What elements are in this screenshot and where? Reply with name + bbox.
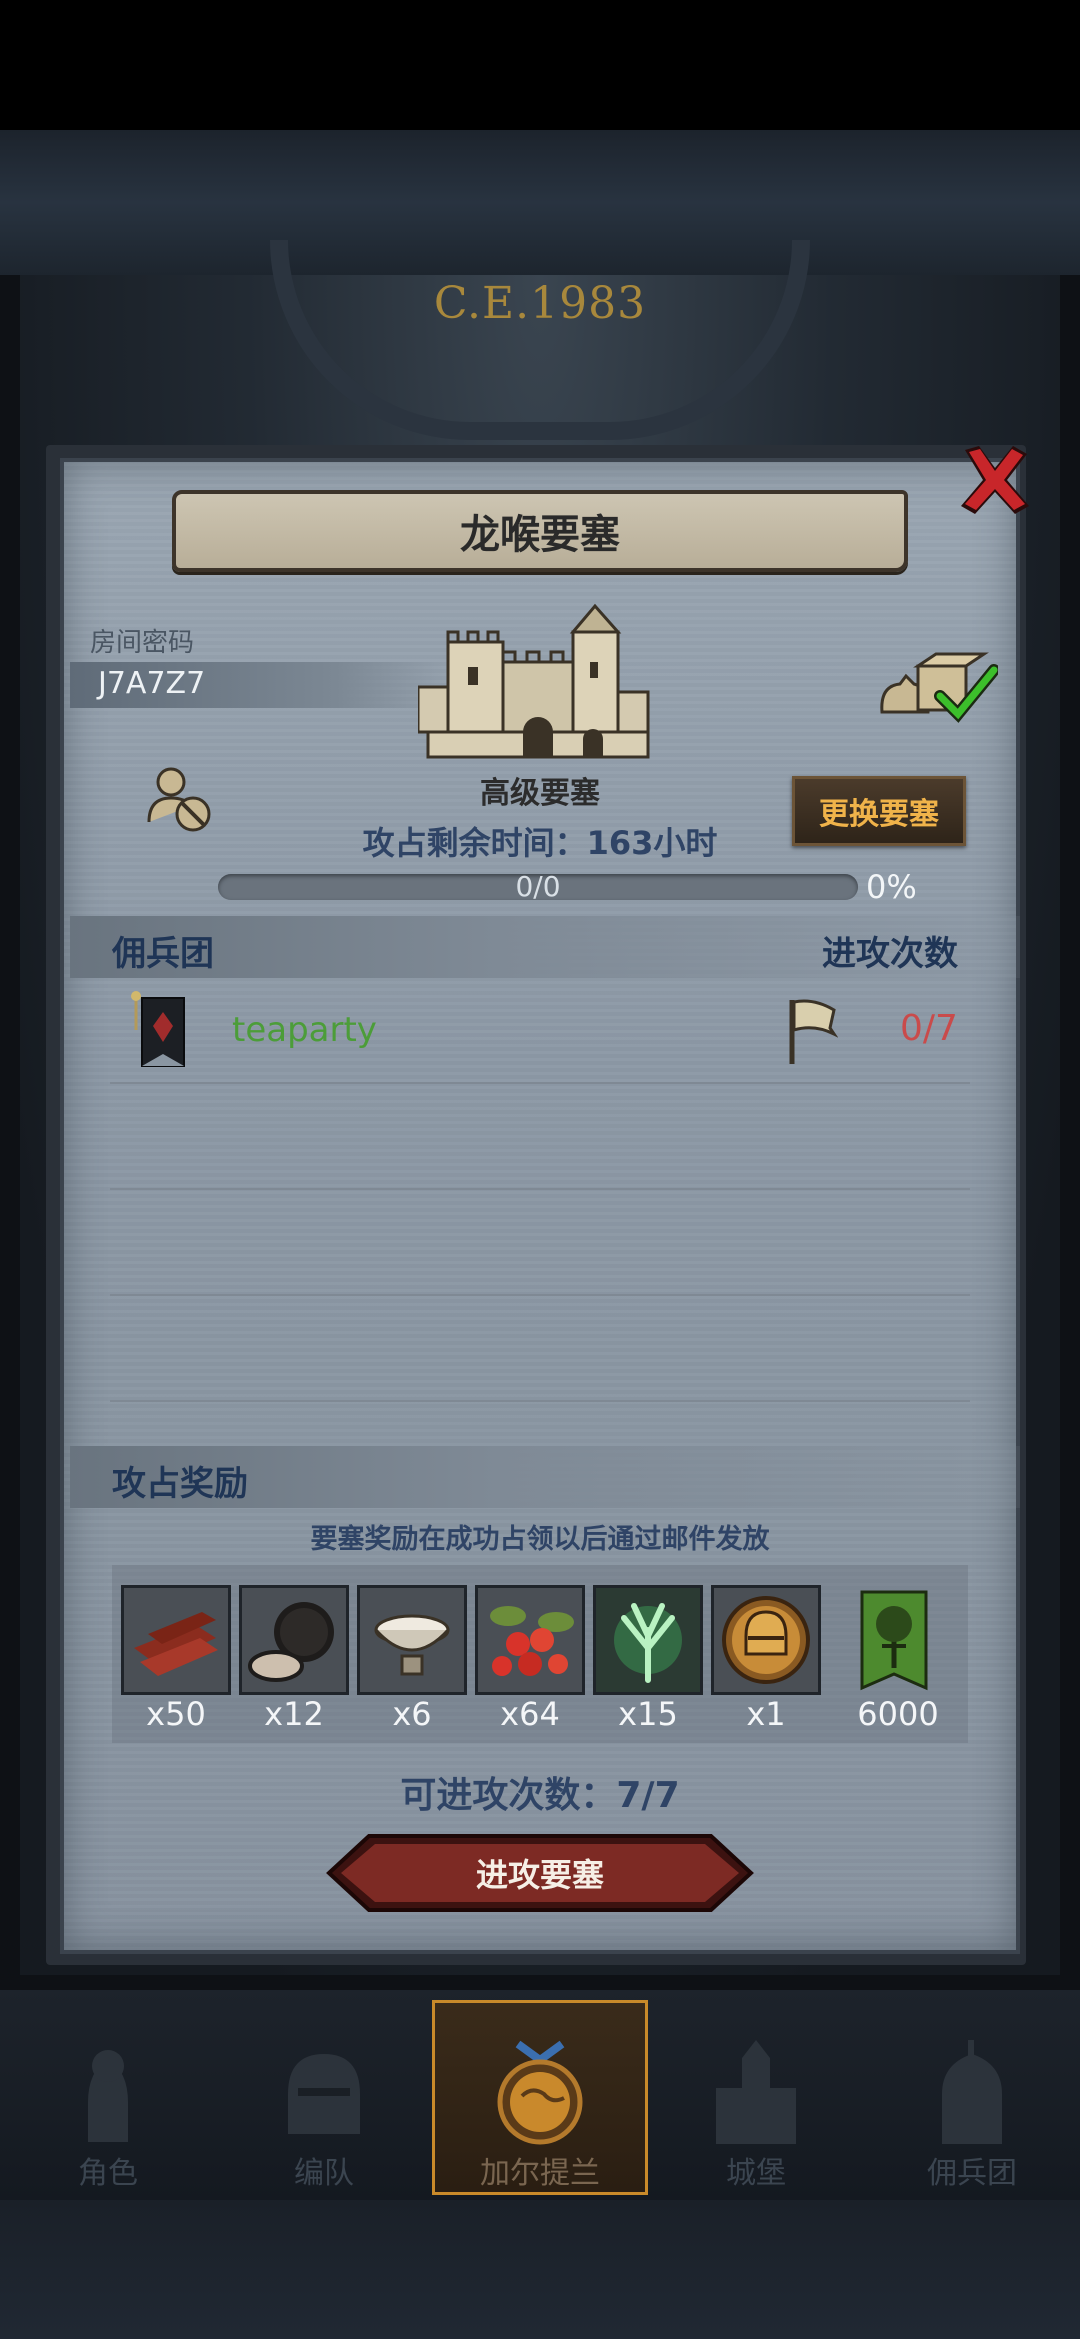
row-divider — [110, 1082, 970, 1084]
attack-fortress-button[interactable]: 进攻要塞 — [325, 1834, 755, 1912]
status-bar-area — [0, 0, 1080, 130]
helmet-icon — [288, 2054, 360, 2134]
reward-item[interactable] — [357, 1585, 467, 1695]
reward-item[interactable] — [593, 1585, 703, 1695]
row-divider — [110, 1400, 970, 1402]
progress-percent: 0% — [866, 868, 917, 906]
banner-knight-icon — [942, 2040, 1002, 2144]
team-name[interactable]: teaparty — [232, 1010, 377, 1050]
nav-label: 编队 — [294, 2156, 354, 2191]
reward-header: 攻占奖励 — [112, 1464, 248, 1504]
green-tree-banner-icon[interactable] — [858, 1588, 930, 1692]
map-globe-icon — [497, 2040, 583, 2145]
reward-item[interactable] — [239, 1585, 349, 1695]
truffle-icon — [242, 1588, 346, 1692]
available-attacks: 可进攻次数：7/7 — [400, 1775, 680, 1816]
loot-claimed-icon[interactable] — [876, 652, 998, 726]
reward-qty: x1 — [746, 1695, 786, 1733]
reward-item[interactable] — [711, 1585, 821, 1695]
nav-label: 城堡 — [726, 2156, 786, 2191]
reward-qty: x12 — [264, 1695, 324, 1733]
switch-fortress-button[interactable]: 更换要塞 — [792, 776, 966, 846]
knight-helmet-coin-icon — [714, 1588, 818, 1692]
nav-item-character[interactable]: 角色 — [0, 2020, 216, 2200]
nav-item-mercenary[interactable]: 佣兵团 — [864, 2020, 1080, 2200]
room-code-label: 房间密码 — [90, 628, 195, 658]
dialog-title: 龙喉要塞 — [460, 512, 620, 558]
nav-item-formation[interactable]: 编队 — [216, 2020, 432, 2200]
close-icon[interactable] — [955, 440, 1035, 520]
reward-note: 要塞奖励在成功占领以后通过邮件发放 — [310, 1524, 770, 1555]
bottom-nav-footer — [0, 2200, 1080, 2339]
castle-icon — [716, 2040, 796, 2144]
attacks-header: 进攻次数 — [822, 934, 958, 974]
team-banner-icon — [131, 991, 185, 1067]
green-herb-icon — [596, 1588, 700, 1692]
row-divider — [110, 1294, 970, 1296]
reward-item[interactable] — [475, 1585, 585, 1695]
era-label: C.E.1983 — [433, 278, 647, 329]
fortress-icon — [418, 603, 650, 759]
team-attack-count: 0/7 — [900, 1008, 958, 1049]
flag-icon — [789, 999, 838, 1064]
reward-qty: x50 — [146, 1695, 206, 1733]
title-banner: 龙喉要塞 — [172, 490, 908, 572]
knight-icon — [88, 2050, 128, 2142]
mercenary-header: 佣兵团 — [112, 934, 214, 974]
nav-label: 加尔提兰 — [480, 2156, 600, 2191]
room-code-value[interactable]: J7A7Z7 — [98, 666, 205, 701]
row-divider — [110, 1188, 970, 1190]
reward-qty: 6000 — [857, 1695, 939, 1733]
nav-label: 角色 — [78, 2156, 138, 2191]
nav-item-galtiran[interactable]: 加尔提兰 — [432, 2020, 648, 2200]
reward-qty: x6 — [392, 1695, 432, 1733]
nav-item-castle[interactable]: 城堡 — [648, 2020, 864, 2200]
reward-qty: x64 — [500, 1695, 560, 1733]
progress-count: 0/0 — [515, 870, 561, 903]
wood-planks-icon — [124, 1588, 228, 1692]
reward-qty: x15 — [618, 1695, 678, 1733]
berries-icon — [478, 1588, 582, 1692]
milk-bowl-icon — [360, 1588, 464, 1692]
reward-item[interactable] — [121, 1585, 231, 1695]
nav-label: 佣兵团 — [927, 2156, 1017, 2191]
